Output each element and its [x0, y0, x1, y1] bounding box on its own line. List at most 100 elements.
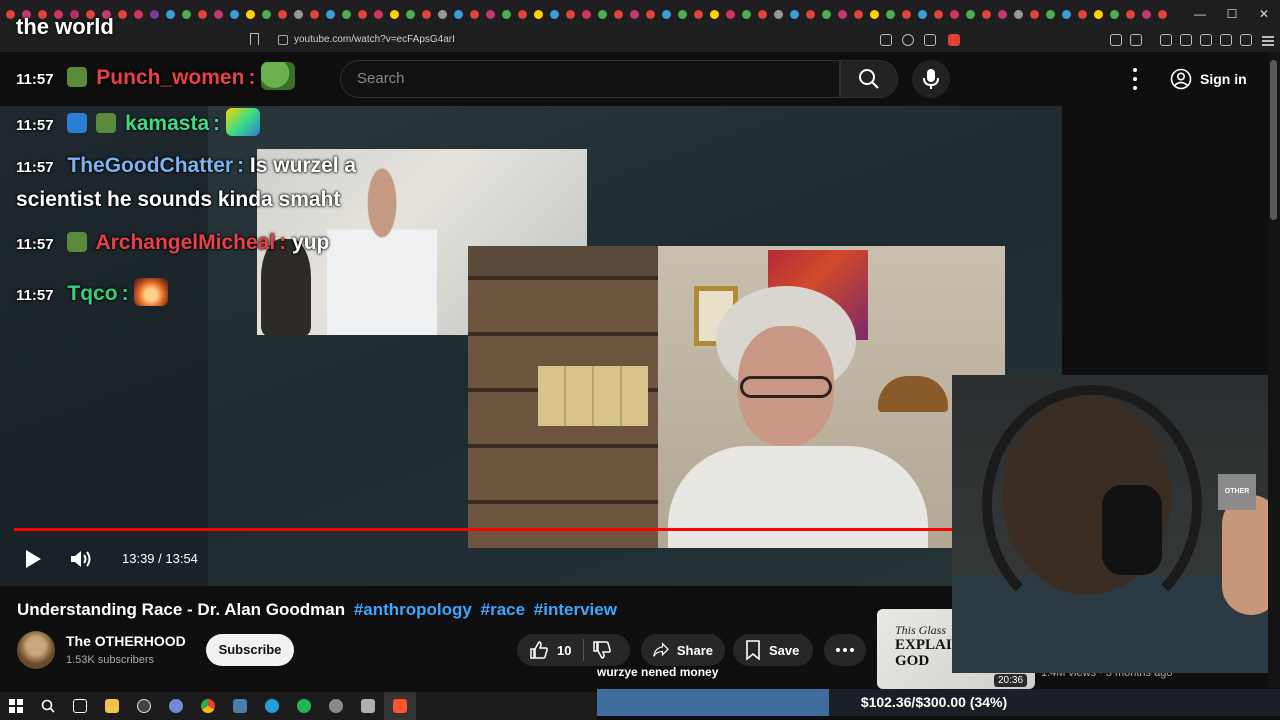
tab-favicon-icon[interactable]: [758, 9, 767, 19]
app-icon[interactable]: [320, 692, 352, 720]
save-button[interactable]: Save: [733, 634, 813, 666]
voice-search-button[interactable]: [912, 60, 950, 98]
settings-menu-button[interactable]: [1126, 66, 1144, 92]
tab-favicon-icon[interactable]: [1158, 9, 1167, 19]
tab-favicon-icon[interactable]: [1046, 9, 1055, 19]
maximize-icon[interactable]: ☐: [1216, 0, 1248, 28]
scrollbar-thumb[interactable]: [1270, 60, 1277, 220]
tab-favicon-icon[interactable]: [870, 9, 879, 19]
like-count: 10: [557, 642, 572, 658]
brave-browser-icon[interactable]: [384, 692, 416, 720]
video-title-row: Understanding Race - Dr. Alan Goodman #a…: [17, 600, 617, 620]
tab-favicon-icon[interactable]: [1094, 9, 1103, 19]
tab-favicon-icon[interactable]: [1062, 9, 1071, 19]
tab-favicon-icon[interactable]: [630, 9, 639, 19]
tab-favicon-icon[interactable]: [934, 9, 943, 19]
minimize-icon[interactable]: —: [1184, 0, 1216, 28]
play-button[interactable]: [22, 548, 44, 570]
share-page-icon[interactable]: [924, 34, 936, 46]
close-window-icon[interactable]: ✕: [1248, 0, 1280, 28]
tab-favicon-icon[interactable]: [806, 9, 815, 19]
tab-favicon-icon[interactable]: [678, 9, 687, 19]
tab-favicon-icon[interactable]: [774, 9, 783, 19]
tab-favicon-icon[interactable]: [582, 9, 591, 19]
tab-favicon-icon[interactable]: [742, 9, 751, 19]
subscribe-button[interactable]: Subscribe: [206, 634, 294, 666]
discord-icon[interactable]: [160, 692, 192, 720]
tab-favicon-icon[interactable]: [614, 9, 623, 19]
tab-favicon-icon[interactable]: [950, 9, 959, 19]
tab-favicon-icon[interactable]: [918, 9, 927, 19]
search-taskbar-icon[interactable]: [32, 692, 64, 720]
tab-favicon-icon[interactable]: [998, 9, 1007, 19]
chat-message-continued: scientist he sounds kinda smaht: [16, 188, 340, 212]
spotify-icon[interactable]: [288, 692, 320, 720]
like-icon[interactable]: [529, 640, 549, 660]
search-button[interactable]: [840, 60, 898, 98]
channel-avatar[interactable]: [17, 631, 55, 669]
start-menu-icon[interactable]: [0, 692, 32, 720]
chat-banner-text: the world: [16, 14, 114, 39]
tab-favicon-icon[interactable]: [646, 9, 655, 19]
vpn-icon[interactable]: [1240, 34, 1252, 46]
volume-button[interactable]: [68, 548, 94, 570]
tab-favicon-icon[interactable]: [694, 9, 703, 19]
hashtag-link[interactable]: #anthropology: [354, 600, 472, 619]
sign-in-button[interactable]: Sign in: [1166, 64, 1251, 94]
menu-icon[interactable]: [1262, 34, 1274, 46]
tab-favicon-icon[interactable]: [790, 9, 799, 19]
chat-username: ArchangelMicheal: [95, 231, 276, 254]
dislike-icon[interactable]: [592, 640, 612, 660]
extension-icon[interactable]: [1110, 34, 1122, 46]
hashtag-link[interactable]: #interview: [534, 600, 617, 619]
extension-icon[interactable]: [1130, 34, 1142, 46]
progress-bar[interactable]: [14, 528, 1031, 531]
sidebar-icon[interactable]: [1180, 34, 1192, 46]
obs-icon[interactable]: [128, 692, 160, 720]
tab-favicon-icon[interactable]: [502, 9, 511, 19]
tab-favicon-icon[interactable]: [486, 9, 495, 19]
tab-favicon-icon[interactable]: [566, 9, 575, 19]
zoom-icon[interactable]: [902, 34, 914, 46]
tab-favicon-icon[interactable]: [1030, 9, 1039, 19]
tab-favicon-icon[interactable]: [1110, 9, 1119, 19]
tab-favicon-icon[interactable]: [838, 9, 847, 19]
tab-favicon-icon[interactable]: [1126, 9, 1135, 19]
tab-favicon-icon[interactable]: [726, 9, 735, 19]
tab-favicon-icon[interactable]: [710, 9, 719, 19]
app-icon[interactable]: [224, 692, 256, 720]
sign-in-label: Sign in: [1200, 71, 1247, 87]
hashtag-link[interactable]: #race: [481, 600, 525, 619]
edge-icon[interactable]: [256, 692, 288, 720]
share-button[interactable]: Share: [641, 634, 725, 666]
tab-favicon-icon[interactable]: [966, 9, 975, 19]
wallet-icon[interactable]: [1200, 34, 1212, 46]
brave-shield-icon[interactable]: [948, 34, 960, 46]
media-icon[interactable]: [1160, 34, 1172, 46]
tab-favicon-icon[interactable]: [1014, 9, 1023, 19]
more-icon: [836, 648, 854, 652]
file-explorer-icon[interactable]: [96, 692, 128, 720]
tab-favicon-icon[interactable]: [854, 9, 863, 19]
tab-favicon-icon[interactable]: [822, 9, 831, 19]
tab-favicon-icon[interactable]: [550, 9, 559, 19]
tab-favicon-icon[interactable]: [598, 9, 607, 19]
tab-favicon-icon[interactable]: [518, 9, 527, 19]
share-label: Share: [676, 642, 713, 658]
app-icon[interactable]: [352, 692, 384, 720]
tab-favicon-icon[interactable]: [1142, 9, 1151, 19]
tab-favicon-icon[interactable]: [886, 9, 895, 19]
tab-favicon-icon[interactable]: [1078, 9, 1087, 19]
tab-favicon-icon[interactable]: [470, 9, 479, 19]
extension-icon[interactable]: [1220, 34, 1232, 46]
tab-favicon-icon[interactable]: [534, 9, 543, 19]
tab-favicon-icon[interactable]: [662, 9, 671, 19]
more-actions-button[interactable]: [824, 634, 866, 666]
task-view-icon[interactable]: [64, 692, 96, 720]
tab-favicon-icon[interactable]: [902, 9, 911, 19]
screen-cast-icon[interactable]: [880, 34, 892, 46]
chat-message: 11:57 ArchangelMicheal: yup: [16, 231, 330, 254]
tab-favicon-icon[interactable]: [982, 9, 991, 19]
chrome-icon[interactable]: [192, 692, 224, 720]
channel-name[interactable]: The OTHERHOOD: [66, 633, 186, 649]
